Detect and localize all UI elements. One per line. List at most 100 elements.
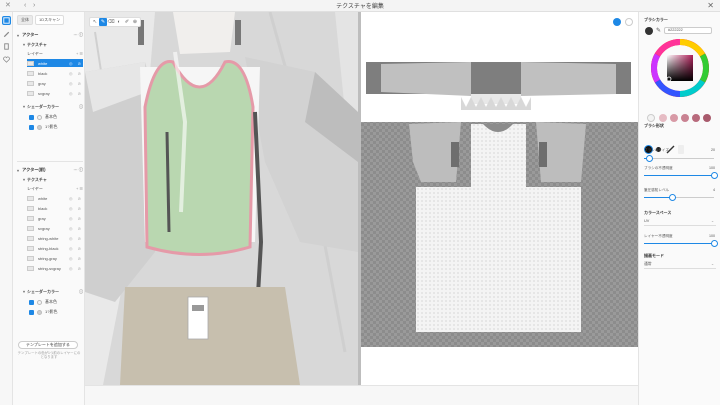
slider-knob[interactable] — [646, 155, 654, 162]
checkbox[interactable] — [29, 114, 34, 120]
add-template-button[interactable]: テンプレートを追加する — [18, 341, 78, 349]
visibility-icon[interactable]: ◎ ⊘ — [69, 226, 83, 231]
texture-header[interactable]: ▾ テクスチャ — [23, 176, 83, 183]
shader-title: シェーダーカラー — [27, 288, 60, 294]
slider-knob[interactable] — [668, 194, 676, 201]
actor-section-header[interactable]: ▾ アクター(前) ⋯ ⓘ — [17, 166, 83, 174]
blur-slider[interactable] — [644, 194, 714, 201]
visibility-icon[interactable]: ◎ ⊘ — [69, 236, 83, 241]
shader-item-base[interactable]: 基本色 — [29, 113, 83, 121]
layer-item-svgray[interactable]: svgray ◎ ⊘ — [27, 224, 83, 232]
chevron-down-icon: ⌄ — [710, 262, 714, 266]
texture-header[interactable]: ▾ テクスチャ — [23, 41, 83, 48]
brush-tool-icon[interactable] — [2, 29, 11, 38]
layer-item-gray[interactable]: gray ◎ ⊘ — [27, 214, 83, 222]
visibility-icon[interactable]: ◎ ⊘ — [69, 206, 83, 211]
uv-mode-toggle-icon[interactable] — [613, 18, 621, 26]
actor-section-header[interactable]: ▾ アクター ⋯ ⓘ — [17, 31, 83, 39]
shader-item-base[interactable]: 基本色 — [29, 298, 83, 306]
visibility-icon[interactable]: ◎ ⊘ — [69, 246, 83, 251]
chevron-down-icon: ⌄ — [710, 219, 714, 223]
color-space-select[interactable]: UV ⌄ — [644, 218, 716, 226]
visibility-icon[interactable]: ◎ ⊘ — [69, 196, 83, 201]
eraser-tool-icon[interactable]: ⌫ — [107, 18, 115, 26]
layer-item-string-black[interactable]: string-black ◎ ⊘ — [27, 244, 83, 252]
visibility-icon[interactable]: ◎ ⊘ — [69, 81, 83, 86]
uv-texture-view[interactable] — [361, 12, 638, 385]
opacity-slider[interactable] — [644, 172, 718, 179]
help-icon[interactable]: ⓘ — [79, 289, 83, 295]
fill-tool-icon[interactable]: ◐ — [115, 18, 123, 26]
eyedropper-icon[interactable]: ✎ — [656, 27, 661, 35]
eraser-brush-icon[interactable] — [678, 145, 684, 154]
visibility-icon[interactable]: ◎ ⊘ — [69, 216, 83, 221]
slider-knob[interactable] — [710, 172, 718, 179]
visibility-icon[interactable]: ◎ ⊘ — [69, 91, 83, 96]
shader-header[interactable]: ▾ シェーダーカラー ⓘ — [23, 288, 83, 295]
layer-item-string-gray[interactable]: string-gray ◎ ⊘ — [27, 254, 83, 262]
hex-color-input[interactable]: #222222 — [664, 27, 712, 34]
layer-item-white[interactable]: white ◎ ⊘ — [27, 194, 83, 202]
shader-item-shadow[interactable]: 1?影色 — [29, 123, 83, 131]
close-icon[interactable]: ✕ — [707, 1, 714, 10]
layer-thumbnail — [27, 205, 34, 211]
color-swatch[interactable] — [37, 124, 42, 130]
color-swatch[interactable] — [37, 114, 42, 120]
texture-title: テクスチャ — [27, 41, 47, 47]
blend-mode-select[interactable]: 通常 ⌄ — [644, 261, 716, 269]
more-icon[interactable]: ⋯ ⓘ — [73, 167, 83, 173]
heart-icon[interactable] — [2, 55, 11, 64]
brush-size-slider[interactable] — [644, 155, 714, 162]
layers-tool-icon[interactable] — [2, 16, 11, 25]
layer-item-black[interactable]: black ◎ ⊘ — [27, 204, 83, 212]
layer-item-white[interactable]: white ◎ ⊘ — [27, 59, 83, 67]
layer-item-string-svgray[interactable]: string-svgray ◎ ⊘ — [27, 264, 83, 272]
layer-item-black[interactable]: black ◎ ⊘ — [27, 69, 83, 77]
add-layer-icon[interactable]: + ☰ — [76, 51, 83, 56]
zoom-tool-icon[interactable]: ⊕ — [131, 18, 139, 26]
layer-item-gray[interactable]: gray ◎ ⊘ — [27, 79, 83, 87]
model-viewport[interactable] — [85, 12, 358, 385]
bucket-tool-icon[interactable] — [2, 42, 11, 51]
tab-scan[interactable]: 1Dスキャン — [35, 14, 65, 25]
tab-all[interactable]: 全体 — [17, 14, 33, 25]
visibility-icon[interactable]: ◎ ⊘ — [69, 266, 83, 271]
shader-header[interactable]: ▾ シェーダーカラー ⓘ — [23, 103, 83, 110]
actor-title: アクター(前) — [22, 167, 46, 172]
color-preset[interactable] — [681, 114, 689, 122]
color-preset[interactable] — [659, 114, 667, 122]
color-swatch[interactable] — [37, 309, 42, 315]
layer-name: black — [38, 205, 48, 211]
color-preset[interactable] — [670, 114, 678, 122]
color-preset[interactable] — [692, 114, 700, 122]
checkbox[interactable] — [29, 309, 34, 315]
brush-tool-icon[interactable]: ✎ — [99, 18, 107, 26]
select-tool-icon[interactable]: ↖ — [91, 18, 99, 26]
uv-layout — [361, 12, 638, 385]
color-swatch[interactable] — [37, 299, 42, 305]
help-icon[interactable]: ⓘ — [79, 104, 83, 110]
color-wheel[interactable] — [651, 39, 709, 97]
current-color-swatch[interactable] — [645, 27, 653, 35]
checkbox[interactable] — [29, 124, 34, 130]
color-preset[interactable] — [647, 114, 655, 122]
visibility-icon[interactable]: ◎ ⊘ — [69, 256, 83, 261]
brush-panel: ブラシカラー ブラシ形状 ブラシのサイズ 20 ブラシの不透明度 100 筆圧感… — [638, 12, 720, 405]
pen-tool-icon[interactable]: ✐ — [123, 18, 131, 26]
layer-name: string-white — [38, 235, 59, 241]
slider-knob[interactable] — [710, 240, 718, 247]
layer-name: gray — [38, 80, 46, 86]
visibility-icon[interactable]: ◎ ⊘ — [69, 71, 83, 76]
more-icon[interactable]: ⋯ ⓘ — [73, 32, 83, 38]
color-preset[interactable] — [703, 114, 711, 122]
shader-item-shadow[interactable]: 1?影色 — [29, 308, 83, 316]
visibility-icon[interactable]: ◎ ⊘ — [69, 61, 83, 66]
checkbox[interactable] — [29, 299, 34, 305]
add-layer-icon[interactable]: + ☰ — [76, 186, 83, 191]
uv-settings-icon[interactable] — [625, 18, 633, 26]
layer-item-string-white[interactable]: string-white ◎ ⊘ — [27, 234, 83, 242]
actor-title: アクター — [22, 32, 39, 37]
layer-opacity-slider[interactable] — [644, 240, 718, 247]
layer-item-svgray[interactable]: svgray ◎ ⊘ — [27, 89, 83, 97]
chevron-down-icon: ▾ — [23, 42, 26, 47]
